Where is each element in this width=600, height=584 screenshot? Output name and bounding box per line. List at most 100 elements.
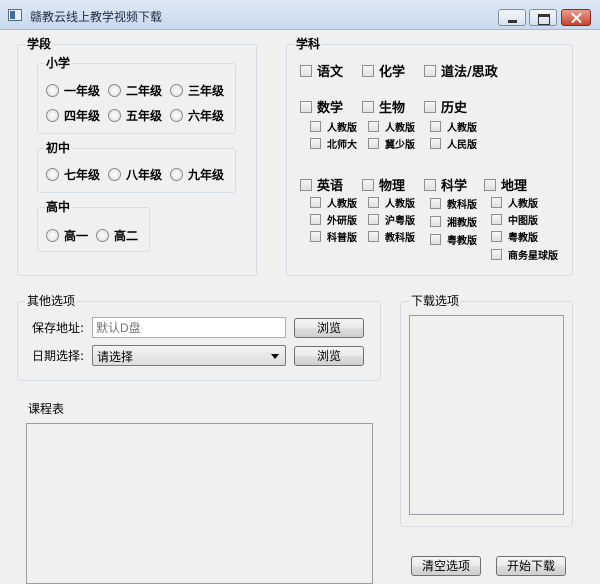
checkbox-box[interactable] (368, 138, 379, 149)
radio-dot[interactable] (46, 168, 59, 181)
checkbox-chemistry[interactable]: 化学 (362, 61, 405, 80)
checkbox-box[interactable] (310, 214, 321, 225)
checkbox-box[interactable] (424, 64, 436, 77)
radio-grade-7[interactable]: 七年级 (46, 166, 100, 183)
radio-dot[interactable] (170, 84, 183, 97)
checkbox-box[interactable] (491, 231, 502, 242)
stage-group-label: 学段 (25, 37, 54, 51)
checkbox-history-pep[interactable]: 人教版 (430, 119, 477, 134)
checkbox-physics[interactable]: 物理 (362, 175, 405, 194)
checkbox-english[interactable]: 英语 (300, 175, 343, 194)
radio-grade-9[interactable]: 九年级 (170, 166, 224, 183)
checkbox-box[interactable] (368, 121, 379, 132)
high-group-label: 高中 (44, 200, 73, 214)
browse-date-button[interactable]: 浏览 (294, 346, 364, 366)
date-select[interactable]: 请选择 (92, 345, 286, 366)
checkbox-box[interactable] (300, 64, 312, 77)
checkbox-biology-pep[interactable]: 人教版 (368, 119, 415, 134)
checkbox-box[interactable] (362, 100, 374, 113)
checkbox-geography[interactable]: 地理 (484, 175, 527, 194)
checkbox-box[interactable] (368, 231, 379, 242)
checkbox-box[interactable] (310, 121, 321, 132)
middle-group-label: 初中 (44, 141, 73, 155)
app-icon (8, 9, 22, 21)
checkbox-physics-jiaoke[interactable]: 教科版 (368, 229, 415, 244)
checkbox-box[interactable] (430, 216, 441, 227)
radio-dot[interactable] (170, 168, 183, 181)
radio-dot[interactable] (46, 109, 59, 122)
save-path-input[interactable] (92, 317, 286, 338)
download-options-list[interactable] (409, 315, 564, 515)
window-title: 赣教云线上教学视频下载 (30, 10, 163, 24)
checkbox-box[interactable] (491, 197, 502, 208)
radio-grade-5[interactable]: 五年级 (108, 107, 162, 124)
radio-dot[interactable] (46, 229, 59, 242)
checkbox-box[interactable] (362, 64, 374, 77)
other-options-label: 其他选项 (25, 294, 78, 308)
checkbox-science-xiang[interactable]: 湘教版 (430, 214, 477, 229)
radio-dot[interactable] (108, 84, 121, 97)
checkbox-box[interactable] (300, 178, 312, 191)
download-options-label: 下载选项 (409, 294, 462, 308)
radio-dot[interactable] (46, 84, 59, 97)
checkbox-box[interactable] (430, 234, 441, 245)
radio-grade-1[interactable]: 一年级 (46, 82, 100, 99)
checkbox-box[interactable] (310, 197, 321, 208)
checkbox-box[interactable] (362, 178, 374, 191)
checkbox-english-pep[interactable]: 人教版 (310, 195, 357, 210)
clear-options-button[interactable]: 清空选项 (411, 556, 481, 576)
checkbox-chinese[interactable]: 语文 (300, 61, 343, 80)
checkbox-geography-zhongtu[interactable]: 中图版 (491, 212, 538, 227)
checkbox-science-yue[interactable]: 粤教版 (430, 232, 477, 247)
browse-save-button[interactable]: 浏览 (294, 318, 364, 338)
start-download-button[interactable]: 开始下载 (496, 556, 566, 576)
radio-grade-6[interactable]: 六年级 (170, 107, 224, 124)
checkbox-history[interactable]: 历史 (424, 97, 467, 116)
maximize-button[interactable] (529, 9, 557, 26)
checkbox-physics-pep[interactable]: 人教版 (368, 195, 415, 210)
radio-dot[interactable] (96, 229, 109, 242)
checkbox-box[interactable] (424, 178, 436, 191)
checkbox-science[interactable]: 科学 (424, 175, 467, 194)
checkbox-box[interactable] (424, 100, 436, 113)
radio-dot[interactable] (108, 109, 121, 122)
radio-dot[interactable] (170, 109, 183, 122)
checkbox-english-kepu[interactable]: 科普版 (310, 229, 357, 244)
radio-dot[interactable] (108, 168, 121, 181)
checkbox-box[interactable] (310, 231, 321, 242)
checkbox-geography-yue[interactable]: 粤教版 (491, 229, 538, 244)
radio-grade-3[interactable]: 三年级 (170, 82, 224, 99)
checkbox-science-jiaoke[interactable]: 教科版 (430, 196, 477, 211)
radio-grade-11[interactable]: 高二 (96, 227, 138, 244)
checkbox-box[interactable] (300, 100, 312, 113)
checkbox-box[interactable] (491, 249, 502, 260)
checkbox-box[interactable] (484, 178, 496, 191)
close-button[interactable] (561, 9, 591, 26)
minimize-button[interactable] (498, 9, 526, 26)
schedule-list[interactable] (26, 423, 373, 584)
checkbox-math-bnu[interactable]: 北师大 (310, 136, 357, 151)
checkbox-box[interactable] (368, 214, 379, 225)
checkbox-history-renmin[interactable]: 人民版 (430, 136, 477, 151)
radio-grade-10[interactable]: 高一 (46, 227, 88, 244)
radio-grade-2[interactable]: 二年级 (108, 82, 162, 99)
date-select-label: 日期选择: (32, 349, 85, 363)
checkbox-box[interactable] (430, 121, 441, 132)
checkbox-math[interactable]: 数学 (300, 97, 343, 116)
checkbox-box[interactable] (430, 138, 441, 149)
radio-grade-4[interactable]: 四年级 (46, 107, 100, 124)
checkbox-box[interactable] (368, 197, 379, 208)
checkbox-physics-huyue[interactable]: 沪粤版 (368, 212, 415, 227)
checkbox-geography-shangwu[interactable]: 商务星球版 (491, 247, 558, 262)
checkbox-english-fltrp[interactable]: 外研版 (310, 212, 357, 227)
checkbox-biology[interactable]: 生物 (362, 97, 405, 116)
date-select-value: 请选择 (97, 350, 134, 364)
checkbox-math-pep[interactable]: 人教版 (310, 119, 357, 134)
checkbox-biology-jishao[interactable]: 冀少版 (368, 136, 415, 151)
checkbox-box[interactable] (491, 214, 502, 225)
checkbox-box[interactable] (430, 198, 441, 209)
checkbox-box[interactable] (310, 138, 321, 149)
radio-grade-8[interactable]: 八年级 (108, 166, 162, 183)
checkbox-geography-pep[interactable]: 人教版 (491, 195, 538, 210)
checkbox-morality[interactable]: 道法/思政 (424, 61, 511, 80)
